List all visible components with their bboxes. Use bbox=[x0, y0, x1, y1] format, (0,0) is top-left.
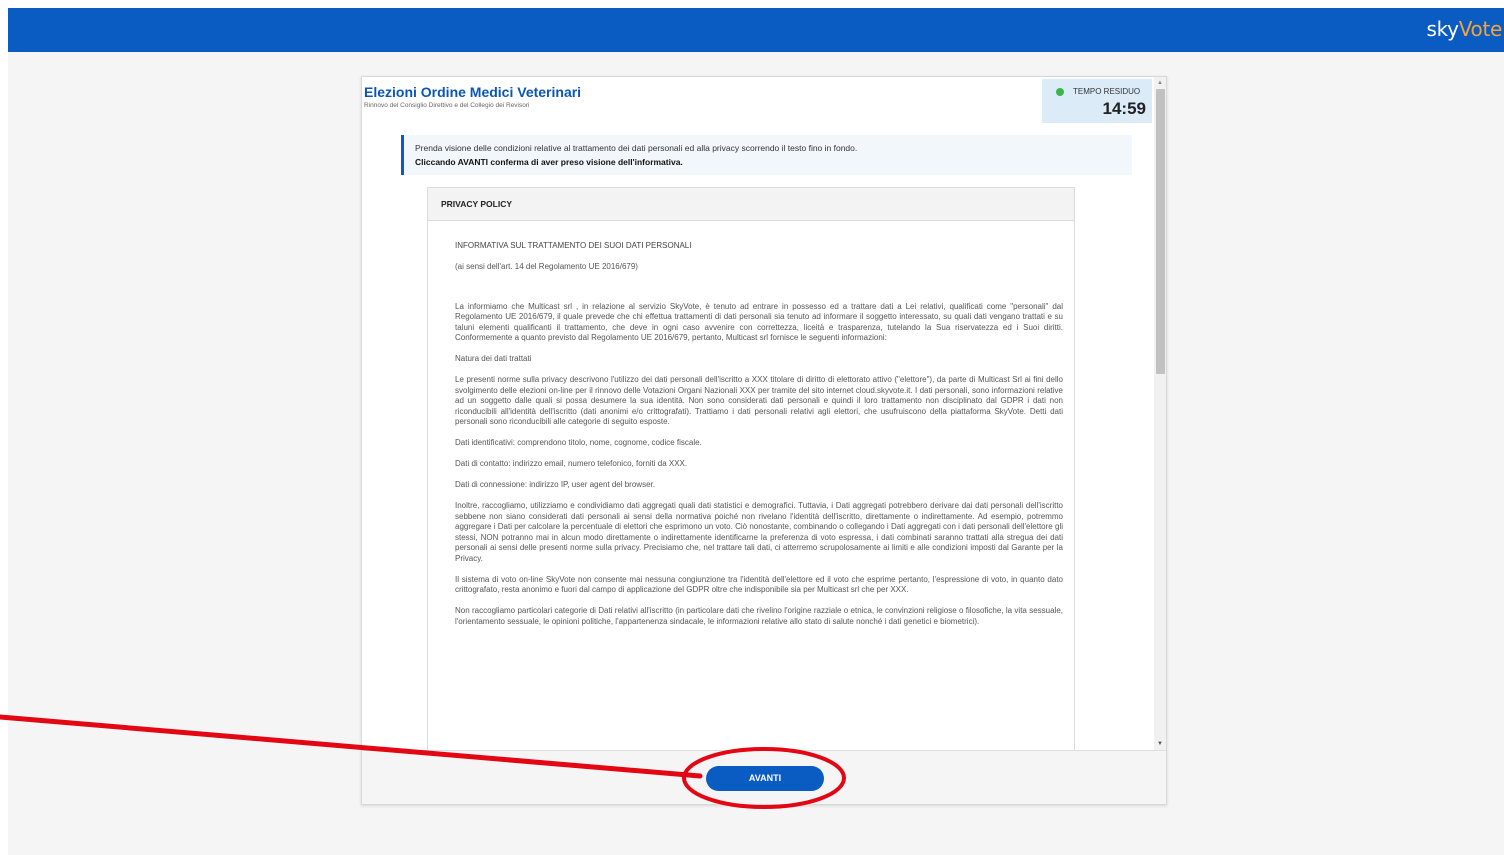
logo-text-vote: Vote bbox=[1458, 17, 1503, 41]
scroll-down-arrow-icon[interactable]: ▼ bbox=[1157, 741, 1163, 747]
policy-paragraph: Non raccogliamo particolari categorie di… bbox=[455, 606, 1063, 626]
top-strip bbox=[0, 0, 1504, 8]
election-title: Elezioni Ordine Medici Veterinari bbox=[364, 84, 582, 100]
timer-box: TEMPO RESIDUO 14:59 bbox=[1042, 79, 1152, 123]
avanti-button[interactable]: AVANTI bbox=[706, 766, 824, 791]
privacy-notice: Prenda visione delle condizioni relative… bbox=[401, 135, 1132, 175]
policy-spacer bbox=[455, 283, 1063, 291]
policy-title: INFORMATIVA SUL TRATTAMENTO DEI SUOI DAT… bbox=[455, 241, 692, 250]
timer-status-icon bbox=[1056, 88, 1064, 96]
card-footer: AVANTI bbox=[362, 750, 1166, 804]
policy-paragraph: Dati di connessione: indirizzo IP, user … bbox=[455, 480, 655, 489]
timer-value: 14:59 bbox=[1102, 99, 1146, 118]
logo-text-sky: sky bbox=[1426, 17, 1459, 41]
policy-section-title: Natura dei dati trattati bbox=[455, 354, 532, 363]
privacy-policy-panel: PRIVACY POLICY INFORMATIVA SUL TRATTAMEN… bbox=[427, 187, 1075, 750]
policy-paragraph: Il sistema di voto on-line SkyVote non c… bbox=[455, 574, 1063, 595]
timer-label: TEMPO RESIDUO bbox=[1073, 87, 1141, 96]
header-bar: skyVote bbox=[8, 8, 1504, 52]
policy-heading: PRIVACY POLICY bbox=[428, 188, 1074, 221]
policy-paragraph: Inoltre, raccogliamo, utilizziamo e cond… bbox=[455, 501, 1063, 563]
policy-paragraph: Le presenti norme sulla privacy descrivo… bbox=[455, 375, 1063, 426]
scroll-content-area[interactable]: Elezioni Ordine Medici Veterinari Rinnov… bbox=[362, 77, 1166, 750]
scrollbar-thumb[interactable] bbox=[1156, 89, 1165, 374]
notice-instruction: Prenda visione delle condizioni relative… bbox=[415, 143, 858, 153]
notice-confirmation: Cliccando AVANTI conferma di aver preso … bbox=[415, 157, 683, 167]
skyvote-logo: skyVote bbox=[1426, 17, 1502, 41]
policy-body: INFORMATIVA SUL TRATTAMENTO DEI SUOI DAT… bbox=[428, 221, 1074, 627]
voting-card: Elezioni Ordine Medici Veterinari Rinnov… bbox=[361, 76, 1167, 805]
vertical-scrollbar[interactable]: ▲ ▼ bbox=[1154, 77, 1166, 750]
policy-legal-reference: (ai sensi dell'art. 14 del Regolamento U… bbox=[455, 262, 638, 271]
policy-paragraph: La informiamo che Multicast srl , in rel… bbox=[455, 301, 1063, 343]
election-subtitle: Rinnovo del Consiglio Direttivo e del Co… bbox=[364, 102, 530, 109]
policy-paragraph: Dati identificativi: comprendono titolo,… bbox=[455, 438, 702, 447]
scroll-up-arrow-icon[interactable]: ▲ bbox=[1157, 80, 1163, 86]
policy-paragraph: Dati di contatto: indirizzo email, numer… bbox=[455, 459, 688, 468]
